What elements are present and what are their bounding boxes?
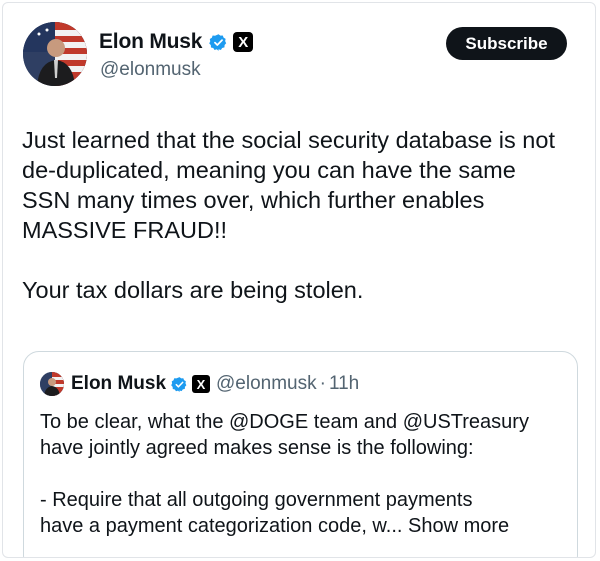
- author-name-row: Elon Musk X: [99, 30, 254, 54]
- tweet-text: Just learned that the social security da…: [22, 127, 555, 303]
- author-avatar[interactable]: [23, 22, 87, 86]
- quoted-tweet-header: Elon Musk X @elonmusk · 11h: [40, 372, 359, 396]
- tweet-header: Elon Musk X @elonmusk Subscribe: [3, 3, 595, 103]
- separator-dot: ·: [319, 373, 326, 394]
- quoted-author-name: Elon Musk: [71, 373, 167, 394]
- subscribe-button[interactable]: Subscribe: [446, 27, 567, 60]
- verified-check-icon: [171, 376, 188, 393]
- quoted-author-avatar: [40, 372, 64, 396]
- author-handle[interactable]: @elonmusk: [100, 59, 201, 81]
- quoted-timestamp[interactable]: 11h: [329, 373, 359, 395]
- show-more-link[interactable]: Show more: [408, 515, 509, 537]
- x-logo-icon: X: [233, 32, 254, 52]
- tweet-card: Elon Musk X @elonmusk Subscribe Just lea…: [2, 2, 596, 558]
- author-name[interactable]: Elon Musk: [99, 30, 202, 54]
- quoted-tweet-text: To be clear, what the @DOGE team and @US…: [40, 409, 570, 539]
- quoted-author-handle: @elonmusk: [216, 373, 317, 394]
- quoted-tweet[interactable]: Elon Musk X @elonmusk · 11h To be clear,…: [23, 351, 578, 557]
- verified-check-icon: [209, 33, 228, 52]
- x-logo-icon: X: [192, 375, 211, 393]
